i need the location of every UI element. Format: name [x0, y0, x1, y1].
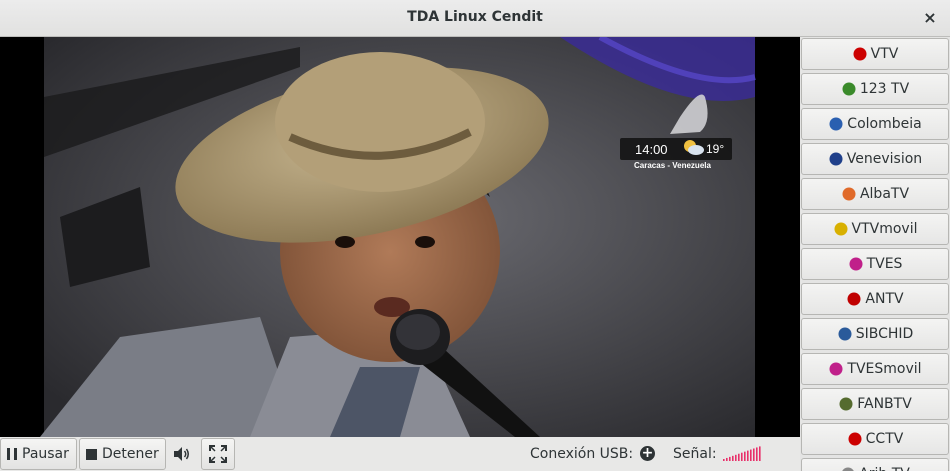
signal-bar	[726, 457, 728, 461]
tves-logo-icon	[847, 256, 864, 272]
pause-label: Pausar	[22, 446, 69, 462]
signal-bar	[756, 447, 758, 461]
channel-button[interactable]: ANTV	[801, 283, 949, 315]
123tv-logo-icon	[840, 81, 857, 97]
channel-button[interactable]: VTV	[801, 38, 949, 70]
channel-button[interactable]: TVESmovil	[801, 353, 949, 385]
stop-button[interactable]: Detener	[79, 438, 166, 470]
channel-label: TVES	[866, 256, 903, 272]
channel-label: SIBCHID	[855, 326, 914, 342]
channel-label: Colombeia	[847, 116, 922, 132]
signal-bar	[729, 456, 731, 461]
channel-button[interactable]: VTVmovil	[801, 213, 949, 245]
overlay-time: 14:00	[635, 142, 668, 157]
channel-button[interactable]: TVES	[801, 248, 949, 280]
signal-bar	[744, 451, 746, 461]
overlay-location: Caracas - Venezuela	[634, 161, 711, 170]
stop-icon	[86, 448, 97, 460]
signal-bar	[759, 446, 761, 461]
volume-icon[interactable]	[172, 445, 192, 463]
control-bar: Pausar Detener Conexión USB: + Señal:	[0, 437, 800, 471]
video-player[interactable]: 14:00 19° Caracas - Venezuela	[0, 37, 800, 437]
colombeia-logo-icon	[828, 116, 845, 132]
channel-label: FANBTV	[857, 396, 912, 412]
channel-label: AlbaTV	[859, 186, 910, 202]
channel-button[interactable]: AlbaTV	[801, 178, 949, 210]
venevision-logo-icon	[827, 151, 844, 167]
aribtv-logo-icon	[840, 466, 857, 471]
fullscreen-button[interactable]	[201, 438, 235, 470]
signal-bar	[741, 452, 743, 461]
fanbtv-logo-icon	[838, 396, 855, 412]
tvesmovil-logo-icon	[828, 361, 845, 377]
signal-bar	[750, 449, 752, 461]
stop-label: Detener	[102, 446, 159, 462]
window-title: TDA Linux Cendit	[407, 9, 543, 25]
signal-label: Señal:	[673, 446, 717, 462]
pause-button[interactable]: Pausar	[0, 438, 77, 470]
channel-label: Arib TV	[859, 466, 910, 471]
signal-bar	[732, 455, 734, 461]
channel-button[interactable]: Arib TV	[801, 458, 949, 471]
pause-icon	[7, 448, 17, 460]
overlay-temp: 19°	[706, 142, 724, 156]
signal-bar	[735, 454, 737, 461]
channel-label: VTVmovil	[851, 221, 918, 237]
usb-connection-label: Conexión USB:	[530, 446, 634, 462]
channel-label: ANTV	[865, 291, 904, 307]
title-bar: TDA Linux Cendit ×	[0, 0, 950, 37]
vtv-logo-icon	[851, 46, 868, 62]
signal-bar	[723, 459, 725, 461]
channel-label: 123 TV	[859, 81, 910, 97]
channel-label: TVESmovil	[847, 361, 922, 377]
channel-label: CCTV	[865, 431, 904, 447]
close-icon[interactable]: ×	[920, 8, 940, 28]
channel-button[interactable]: Venevision	[801, 143, 949, 175]
vtvmovil-logo-icon	[832, 221, 849, 237]
add-usb-icon[interactable]: +	[640, 446, 655, 461]
channel-button[interactable]: SIBCHID	[801, 318, 949, 350]
channel-label: VTV	[870, 46, 899, 62]
app-window: TDA Linux Cendit × 14:00 19° Caracas - V…	[0, 0, 950, 471]
signal-strength-icon	[723, 446, 761, 461]
channel-list: VTV 123 TV Colombeia Venevision AlbaTV VTVmov…	[800, 37, 950, 471]
sibchid-logo-icon	[836, 326, 853, 342]
channel-button[interactable]: FANBTV	[801, 388, 949, 420]
cctv-logo-icon	[846, 431, 863, 447]
channel-button[interactable]: CCTV	[801, 423, 949, 455]
video-frame: 14:00 19° Caracas - Venezuela	[0, 37, 800, 437]
channel-button[interactable]: 123 TV	[801, 73, 949, 105]
signal-bar	[747, 450, 749, 461]
signal-bar	[738, 453, 740, 461]
signal-bar	[753, 448, 755, 461]
channel-button[interactable]: Colombeia	[801, 108, 949, 140]
antv-logo-icon	[846, 291, 863, 307]
fullscreen-icon	[209, 445, 227, 463]
albatv-logo-icon	[840, 186, 857, 202]
channel-label: Venevision	[846, 151, 923, 167]
